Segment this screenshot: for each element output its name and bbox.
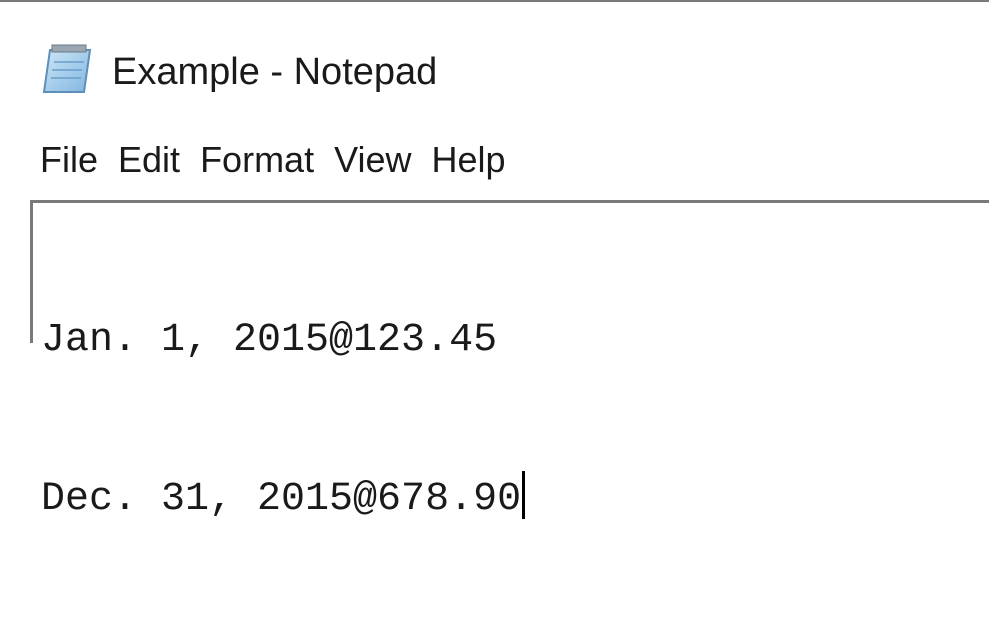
notepad-icon — [40, 44, 94, 94]
text-caret — [522, 471, 526, 519]
editor-content[interactable]: Jan. 1, 2015@123.45 Dec. 31, 2015@678.90 — [41, 211, 526, 627]
menu-format[interactable]: Format — [190, 130, 324, 190]
editor-line-2-text: Dec. 31, 2015@678.90 — [41, 477, 522, 522]
menu-edit[interactable]: Edit — [108, 130, 190, 190]
menu-file[interactable]: File — [30, 130, 108, 190]
menu-help[interactable]: Help — [421, 130, 515, 190]
window-title: Example - Notepad — [112, 51, 438, 93]
menu-bar: File Edit Format View Help — [0, 130, 989, 190]
menu-view[interactable]: View — [324, 130, 421, 190]
text-editor[interactable]: Jan. 1, 2015@123.45 Dec. 31, 2015@678.90 — [30, 200, 989, 522]
notepad-window: Example - Notepad File Edit Format View … — [0, 0, 989, 522]
editor-line-2: Dec. 31, 2015@678.90 — [41, 471, 526, 523]
title-bar[interactable]: Example - Notepad — [0, 4, 989, 124]
editor-line-1: Jan. 1, 2015@123.45 — [41, 315, 525, 367]
